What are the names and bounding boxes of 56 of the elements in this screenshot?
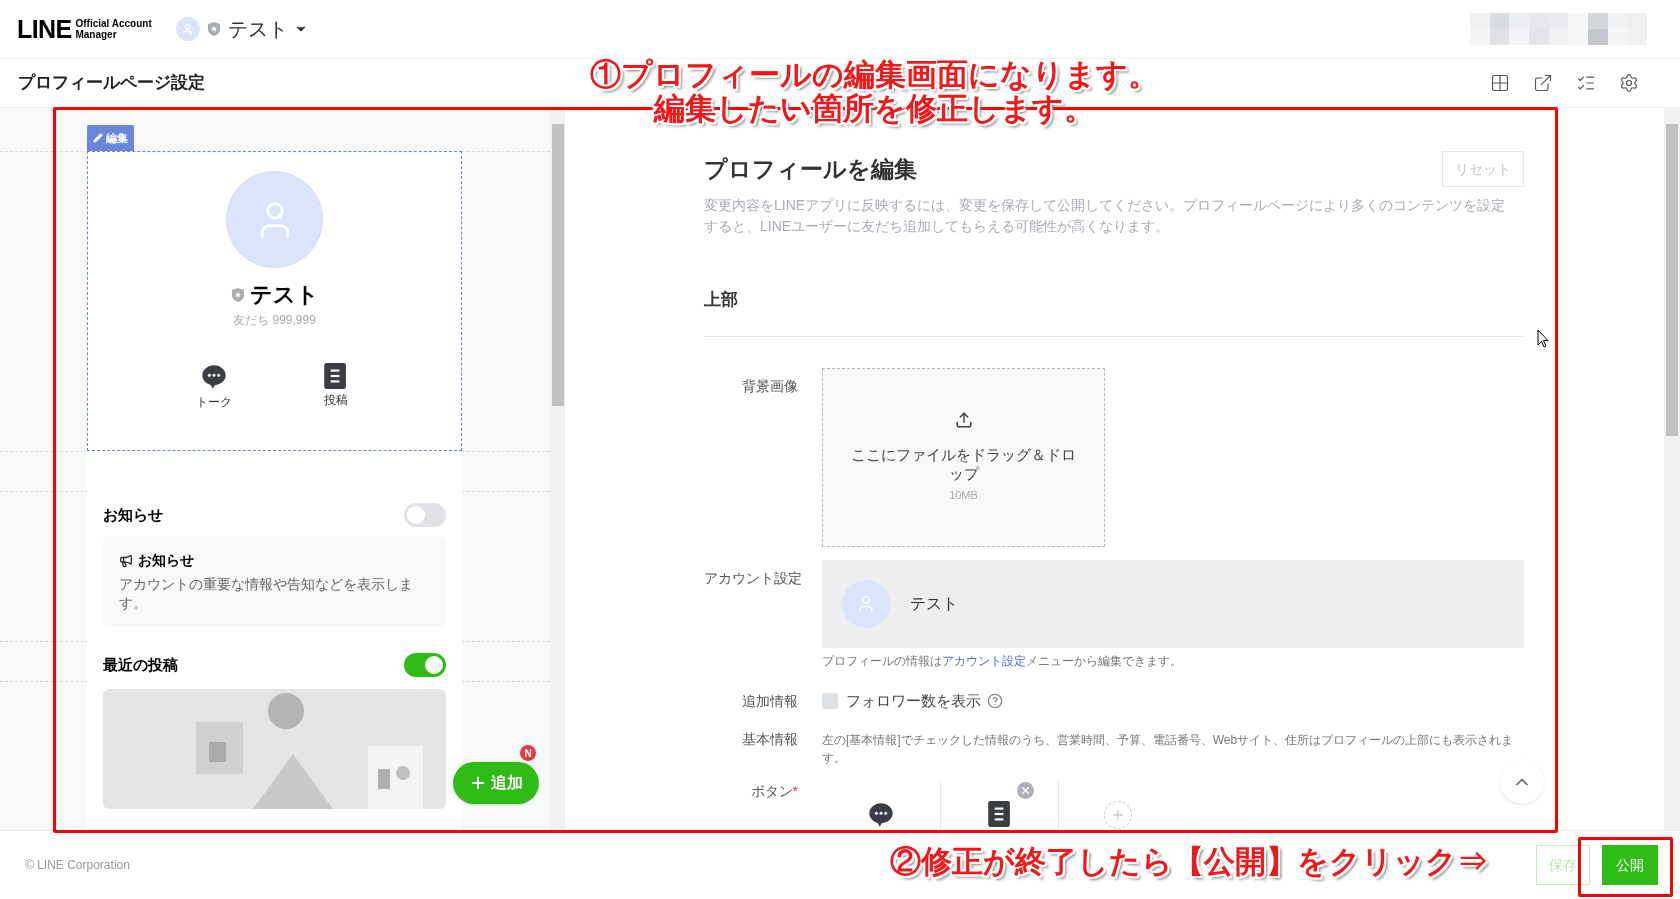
scrollbar[interactable] <box>1664 108 1680 830</box>
friend-count: 友だち 999,999 <box>233 312 316 329</box>
section-title: お知らせ <box>103 504 163 525</box>
checkbox[interactable] <box>822 693 838 710</box>
toggle-switch[interactable] <box>404 503 446 527</box>
logo-wordmark[interactable]: LINE <box>17 16 72 42</box>
grid-icon[interactable] <box>1490 73 1510 93</box>
scrollbar[interactable] <box>550 108 565 830</box>
drop-text: ここにファイルをドラッグ＆ドロップ <box>851 445 1076 484</box>
basic-info-note: 左の[基本情報]でチェックした情報のうち、営業時間、予算、電話番号、Webサイト、住所はプロフィールの上部にも表示されます。 <box>822 731 1515 767</box>
section-title: 最近の投稿 <box>103 654 178 675</box>
chat-bubble-icon <box>867 800 895 829</box>
mouse-cursor-icon <box>1537 329 1549 348</box>
action-button[interactable]: 投稿 <box>310 363 361 411</box>
editor-description: 変更内容をLINEアプリに反映するには、変更を保存して公開してください。プロフィールページにより多くのコンテンツを設定すると、LINEユーザーに友だち追加してもらえる可能性が高くなります。 <box>704 196 1507 236</box>
shield-star-icon <box>205 21 222 37</box>
field-label: 基本情報 <box>741 729 799 749</box>
action-button[interactable]: トーク <box>188 363 239 411</box>
editor-title: プロフィールを編集 <box>704 155 917 184</box>
notice-title: お知らせ <box>138 551 194 570</box>
pencil-icon <box>93 133 103 143</box>
page-title: プロフィールページ設定 <box>18 72 205 95</box>
edit-tag[interactable]: 編集 <box>87 125 134 151</box>
external-link-icon[interactable] <box>1533 73 1553 93</box>
field-label: ボタン* <box>749 781 799 801</box>
shield-star-icon <box>230 286 246 303</box>
field-label: アカウント設定 <box>704 569 803 588</box>
account-note: プロフィールの情報はアカウント設定メニューから編集できます。 <box>822 653 1183 670</box>
field-label: 追加情報 <box>741 691 799 711</box>
section-heading: 上部 <box>704 289 739 311</box>
chat-bubble-icon <box>199 363 228 391</box>
account-settings-link[interactable]: アカウント設定 <box>942 654 1026 668</box>
document-icon <box>324 363 347 389</box>
copyright: © LINE Corporation <box>25 857 130 874</box>
notice-text: アカウントの重要な情報や告知などを表示します。 <box>119 575 414 613</box>
avatar-icon <box>175 17 200 41</box>
profile-name: テスト <box>250 281 319 309</box>
remove-icon[interactable] <box>1017 781 1034 799</box>
plus-icon <box>469 774 487 792</box>
document-icon <box>988 800 1011 827</box>
settings-icon[interactable] <box>1619 73 1639 93</box>
megaphone-icon <box>119 553 133 568</box>
help-icon[interactable] <box>987 693 1003 710</box>
toggle-switch[interactable] <box>404 653 446 677</box>
checkbox-label: フォロワー数を表示 <box>846 691 981 711</box>
size-limit: 10MB <box>949 488 978 504</box>
field-label: 背景画像 <box>741 377 799 396</box>
new-badge: N <box>519 744 537 762</box>
logo-subtitle: Official Account Manager <box>75 18 152 40</box>
upload-icon <box>954 411 973 430</box>
avatar-icon <box>842 580 890 628</box>
account-switcher[interactable]: テスト <box>175 14 308 44</box>
account-name: テスト <box>910 594 958 614</box>
annotation-text: ②修正が終了したら【公開】をクリック⇒ <box>890 845 1488 879</box>
file-drop-zone[interactable]: ここにファイルをドラッグ＆ドロップ 10MB <box>822 368 1105 547</box>
profile-card[interactable]: テスト 友だち 999,999 トーク 投稿 <box>87 151 462 451</box>
